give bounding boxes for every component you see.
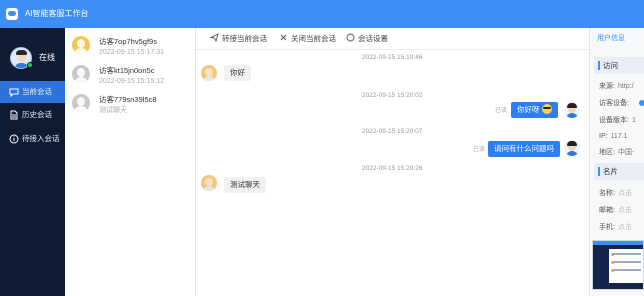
conversation-name: 访客kt15jn0on5c (99, 66, 155, 75)
sidebar-item-label: 当前会话 (22, 87, 52, 96)
agent-avatar (564, 140, 580, 156)
sidebar: 在线 当前会话 历史会话 待接入会话 (0, 28, 65, 296)
message-bubble: 请问有什么问题吗 (488, 141, 560, 157)
conversation-name: 访客7op7hv5gf9s (99, 37, 157, 46)
info-circle-icon (9, 134, 19, 144)
sidebar-item-label: 历史会话 (22, 110, 52, 119)
sidebar-item-label: 待接入会话 (22, 134, 60, 143)
message-bubble: 你好呀 (511, 102, 558, 118)
message-timestamp: 2022-09-15 15:20:26 (362, 165, 423, 172)
visitor-avatar (72, 36, 90, 54)
info-row-email[interactable]: 邮箱: 点击 (599, 206, 632, 216)
message-bubble: 测试聊天 (224, 177, 266, 193)
conversation-preview: 测试聊天 (99, 107, 127, 114)
message-timestamp: 2022-09-15 15:20:07 (362, 128, 423, 135)
sidebar-item-history-sessions[interactable]: 历史会话 (0, 104, 65, 126)
list-item[interactable]: 访客7op7hv5gf9s 2022-09-15 15:17:31 (65, 32, 196, 60)
conversation-name: 访客779sn39l5c8 (99, 95, 157, 104)
sidebar-item-current-sessions[interactable]: 当前会话 (0, 81, 65, 103)
conversation-time: 2022-09-15 15:15:12 (99, 78, 164, 85)
read-status: 已读 (495, 108, 508, 114)
agent-status[interactable]: 在线 (39, 52, 55, 64)
message-bubble: 你好 (224, 65, 251, 81)
read-status: 已读 (473, 147, 486, 153)
visit-section-header: 访问 (594, 57, 644, 74)
visitor-avatar (201, 175, 217, 191)
conversation-time: 2022-09-15 15:17:31 (99, 49, 164, 56)
info-row-ip: IP: 117.1 (599, 133, 628, 140)
info-row-phone[interactable]: 手机: 点击 (599, 223, 632, 233)
list-item[interactable]: 访客779sn39l5c8 测试聊天 (65, 90, 196, 118)
online-status-dot (27, 62, 33, 68)
app-logo-icon (6, 8, 18, 20)
info-row-version: 设备版本: 1 (599, 117, 636, 124)
visitor-avatar (72, 65, 90, 83)
tab-user-info[interactable]: 用户信息 (597, 34, 625, 44)
message-timestamp: 2022-09-15 15:20:02 (362, 92, 423, 99)
sunglasses-emoji-icon (541, 104, 552, 114)
info-row-region: 地区: 中国- (599, 149, 635, 156)
agent-avatar (564, 102, 580, 118)
screenshot-thumbnail[interactable] (592, 240, 644, 290)
chat-toolbar: 转接当前会话 关闭当前会话 会话设置 (196, 28, 589, 50)
message-timestamp: 2022-09-15 15:19:46 (362, 54, 423, 61)
session-settings-button[interactable]: 会话设置 (346, 33, 388, 45)
info-row-name[interactable]: 名称: 点击 (599, 189, 632, 199)
chat-messages: 2022-09-15 15:19:46 你好 2022-09-15 15:20:… (196, 50, 589, 296)
sidebar-item-pending-sessions[interactable]: 待接入会话 (0, 128, 65, 150)
close-session-button[interactable]: 关闭当前会话 (279, 33, 336, 45)
app-title: AI智能客服工作台 (25, 9, 89, 18)
visitor-avatar (72, 94, 90, 112)
transfer-session-button[interactable]: 转接当前会话 (209, 33, 267, 45)
close-icon (279, 33, 288, 42)
settings-circle-icon (346, 33, 355, 42)
conversation-list: 访客7op7hv5gf9s 2022-09-15 15:17:31 访客kt15… (65, 28, 196, 296)
chat-bubble-icon (9, 87, 19, 97)
visitor-avatar (201, 65, 217, 81)
info-row-device: 访客设备: (599, 100, 629, 107)
card-section-header: 名片 (594, 163, 644, 180)
device-indicator-dot (639, 100, 644, 106)
list-item[interactable]: 访客kt15jn0on5c 2022-09-15 15:15:12 (65, 61, 196, 89)
screenshot-help-link[interactable]: 如何发送截图? (536, 8, 575, 17)
send-arrow-icon (209, 33, 219, 43)
document-icon (9, 110, 19, 120)
info-row-source: 来源: http:/ (599, 83, 634, 90)
